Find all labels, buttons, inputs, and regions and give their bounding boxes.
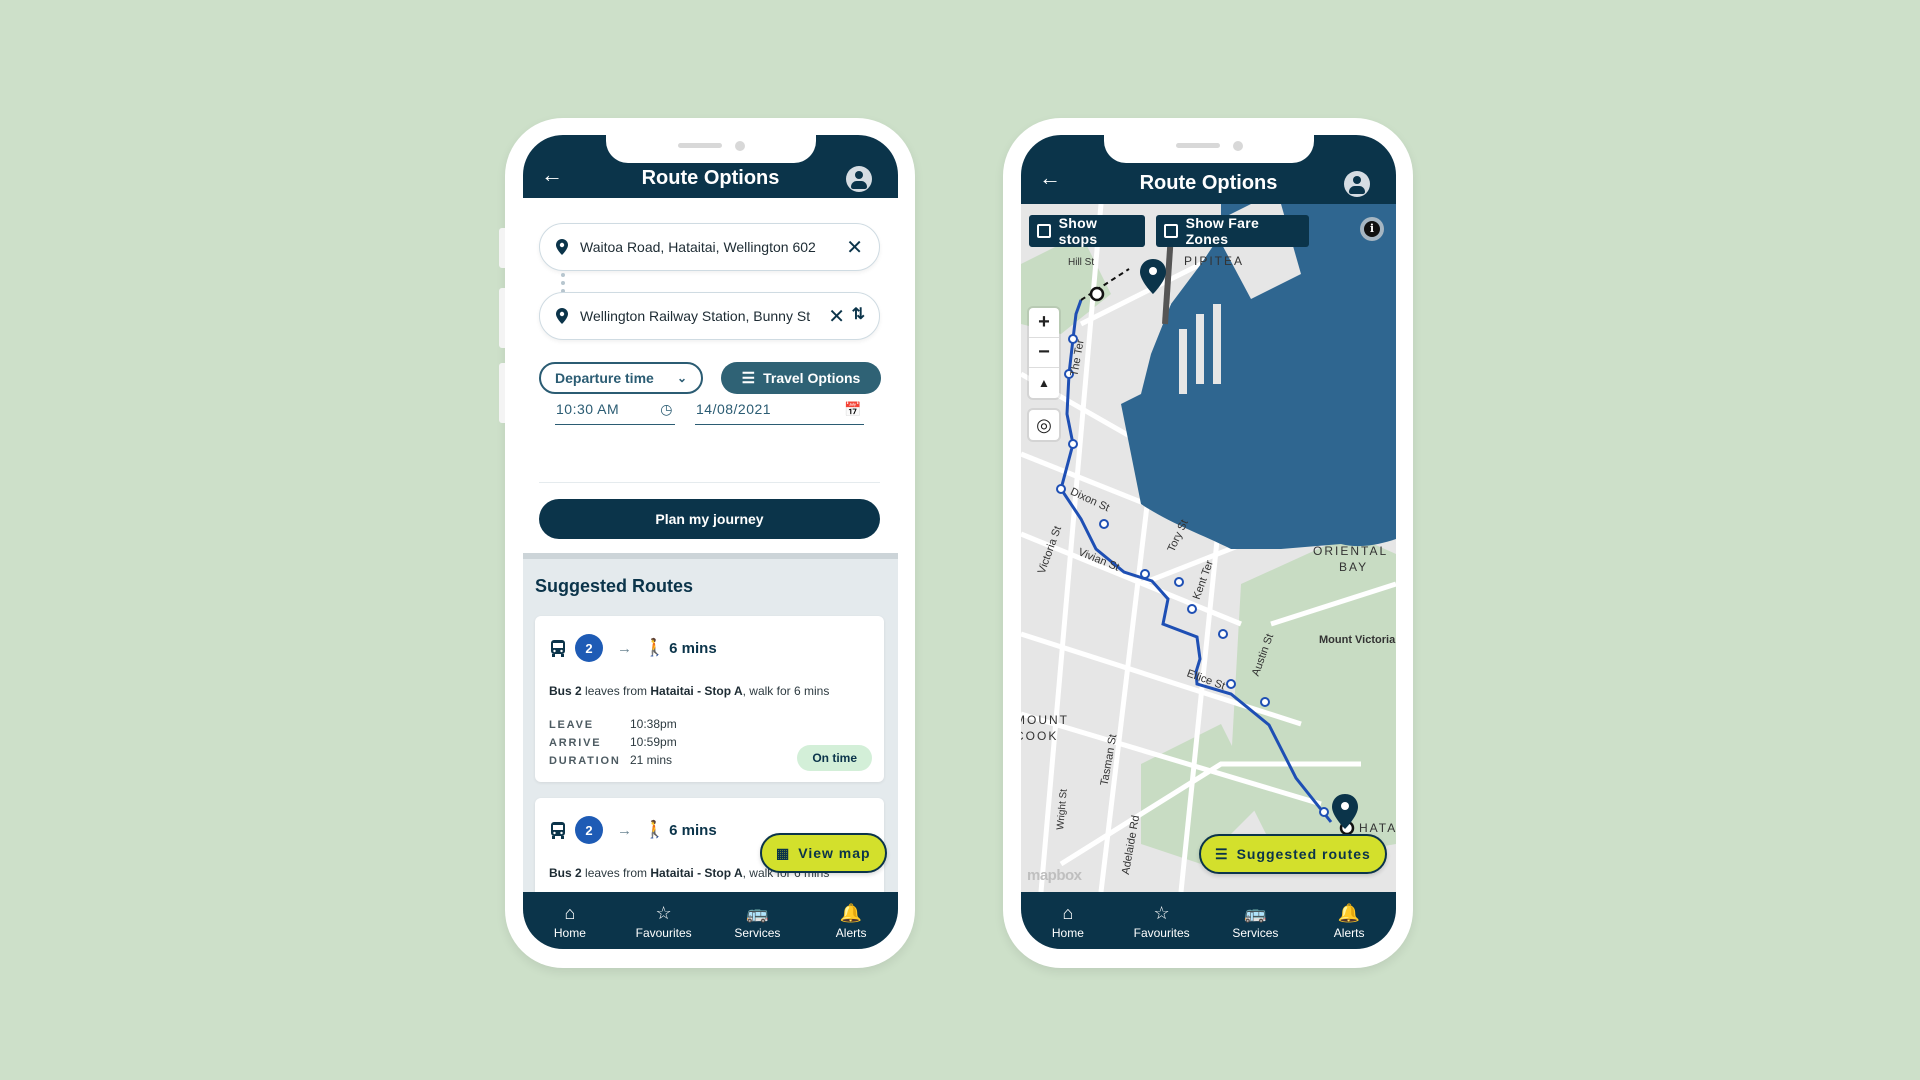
status-badge: On time: [797, 745, 872, 771]
right-phone-frame: PIPITEA Hill St The Ter Dixon St Victori…: [1003, 118, 1413, 968]
star-icon: ☆: [1153, 902, 1170, 923]
zoom-in-button[interactable]: +: [1029, 308, 1059, 338]
bus-number-badge: 2: [575, 816, 603, 844]
home-icon: ⌂: [1062, 902, 1074, 923]
departure-time-select[interactable]: Departure time ⌄: [539, 362, 703, 394]
list-icon: ☰: [1215, 845, 1229, 862]
home-icon: ⌂: [564, 902, 576, 923]
route-description: Bus 2 leaves from Hataitai - Stop A, wal…: [549, 684, 830, 698]
location-pin-icon: [556, 308, 568, 324]
bus-icon: 🚌: [1244, 902, 1267, 923]
plan-journey-button[interactable]: Plan my journey: [539, 499, 880, 539]
arrive-row: ARRIVE 10:59pm: [549, 735, 677, 749]
map-label: PIPITEA: [1184, 254, 1245, 268]
walk-duration: 6 mins: [669, 639, 717, 657]
destination-value: Wellington Railway Station, Bunny St: [580, 308, 811, 324]
bell-icon: 🔔: [1337, 902, 1361, 923]
route-card[interactable]: 2 → 🚶 6 mins Bus 2 leaves from Hataitai …: [535, 616, 884, 782]
map-label: BAY: [1339, 560, 1369, 574]
left-screen: ← Route Options Waitoa Road, Hataitai, W…: [523, 135, 898, 949]
map-zoom-controls: + − ▲: [1029, 308, 1059, 398]
bus-number-badge: 2: [575, 634, 603, 662]
bus-icon: [551, 640, 565, 657]
date-value: 14/08/2021: [696, 401, 772, 417]
star-icon: ☆: [655, 902, 672, 923]
view-map-label: View map: [798, 845, 871, 861]
travel-options-label: Travel Options: [763, 370, 861, 386]
travel-options-button[interactable]: ☰ Travel Options: [721, 362, 881, 394]
walk-icon: 🚶: [644, 638, 666, 657]
clear-destination-icon[interactable]: ✕: [828, 304, 845, 329]
tab-services[interactable]: 🚌 Services: [717, 902, 797, 940]
page-title: Route Options: [1139, 172, 1278, 194]
clock-icon[interactable]: ◷: [660, 401, 673, 418]
zoom-out-button[interactable]: −: [1029, 338, 1059, 368]
locate-me-button[interactable]: ◎: [1029, 410, 1059, 440]
tab-alerts[interactable]: 🔔 Alerts: [1309, 902, 1389, 940]
tab-services[interactable]: 🚌 Services: [1215, 902, 1295, 940]
bottom-tab-bar: ⌂ Home ☆ Favourites 🚌 Services 🔔 Alerts: [523, 892, 898, 949]
phone-notch: [1104, 135, 1314, 163]
date-input[interactable]: 14/08/2021 📅: [695, 401, 864, 425]
walk-icon: 🚶: [644, 820, 666, 839]
show-fare-zones-toggle[interactable]: Show Fare Zones: [1156, 215, 1309, 247]
map-icon: ▦: [776, 844, 791, 861]
phone-side-button: [499, 363, 505, 423]
map-label: Mount Victoria: [1319, 634, 1396, 646]
info-icon[interactable]: i: [1360, 217, 1384, 241]
checkbox-icon: [1037, 224, 1051, 238]
map-label: Hill St: [1068, 257, 1095, 268]
map-label: HATA: [1359, 821, 1396, 835]
divider: [539, 482, 880, 483]
map-label: MOUNT: [1021, 713, 1069, 727]
arrow-right-icon: →: [617, 821, 632, 839]
walk-duration: 6 mins: [669, 821, 717, 839]
suggested-routes-title: Suggested Routes: [535, 576, 694, 596]
phone-side-button: [499, 288, 505, 348]
origin-stop-marker: [1089, 286, 1105, 302]
chevron-down-icon: ⌄: [676, 371, 687, 385]
destination-input[interactable]: Wellington Railway Station, Bunny St ✕ ⇅: [539, 292, 880, 340]
time-input[interactable]: 10:30 AM ◷: [555, 401, 675, 425]
origin-value: Waitoa Road, Hataitai, Wellington 602: [580, 239, 816, 255]
mapbox-logo: mapbox: [1027, 867, 1082, 884]
location-pin-icon: [556, 239, 568, 255]
page-title: Route Options: [641, 167, 780, 189]
right-screen: PIPITEA Hill St The Ter Dixon St Victori…: [1021, 135, 1396, 949]
tab-alerts[interactable]: 🔔 Alerts: [811, 902, 891, 940]
phone-side-button: [499, 228, 505, 268]
view-map-button[interactable]: ▦ View map: [760, 833, 887, 873]
tab-home[interactable]: ⌂ Home: [1028, 902, 1108, 940]
leave-row: LEAVE 10:38pm: [549, 717, 677, 731]
departure-time-label: Departure time: [555, 370, 654, 386]
route-map[interactable]: PIPITEA Hill St The Ter Dixon St Victori…: [1021, 204, 1396, 892]
phone-notch: [606, 135, 816, 163]
profile-icon[interactable]: [846, 166, 872, 192]
checkbox-icon: [1164, 224, 1178, 238]
calendar-icon[interactable]: 📅: [844, 401, 862, 418]
tab-favourites[interactable]: ☆ Favourites: [624, 902, 704, 940]
swap-vertical-icon[interactable]: ⇅: [852, 304, 865, 324]
bus-icon: 🚌: [746, 902, 769, 923]
show-stops-toggle[interactable]: Show stops: [1029, 215, 1145, 247]
clear-origin-icon[interactable]: ✕: [846, 235, 863, 260]
profile-icon[interactable]: [1344, 171, 1370, 197]
origin-input[interactable]: Waitoa Road, Hataitai, Wellington 602 ✕: [539, 223, 880, 271]
bell-icon: 🔔: [839, 902, 863, 923]
time-value: 10:30 AM: [556, 401, 620, 417]
sliders-icon: ☰: [741, 370, 756, 387]
suggested-routes-label: Suggested routes: [1236, 846, 1371, 862]
map-label: COOK: [1021, 729, 1059, 743]
map-label: ORIENTAL: [1313, 544, 1389, 558]
left-phone-frame: ← Route Options Waitoa Road, Hataitai, W…: [499, 118, 915, 968]
compass-button[interactable]: ▲: [1029, 368, 1059, 398]
suggested-routes-button[interactable]: ☰ Suggested routes: [1199, 834, 1387, 874]
bottom-tab-bar: ⌂ Home ☆ Favourites 🚌 Services 🔔 Alerts: [1021, 892, 1396, 949]
tab-favourites[interactable]: ☆ Favourites: [1122, 902, 1202, 940]
duration-row: DURATION 21 mins: [549, 753, 673, 767]
tab-home[interactable]: ⌂ Home: [530, 902, 610, 940]
bus-icon: [551, 822, 565, 839]
arrow-right-icon: →: [617, 639, 632, 657]
